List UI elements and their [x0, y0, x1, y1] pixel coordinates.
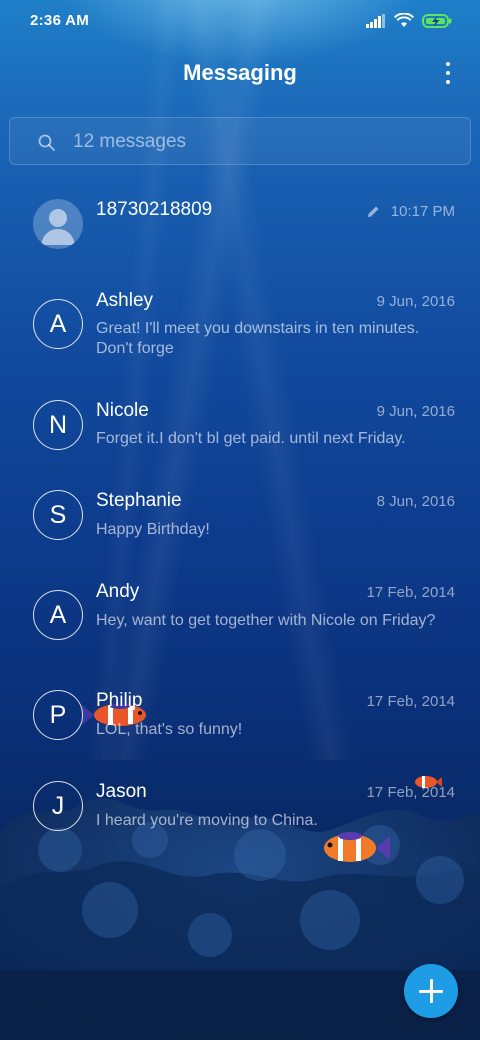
avatar — [33, 199, 83, 249]
more-vert-icon — [446, 62, 450, 66]
search-bar[interactable]: 12 messages — [9, 117, 471, 165]
message-date: 8 Jun, 2016 — [376, 493, 455, 510]
message-snippet: LOL, that's so funny! — [96, 721, 243, 738]
search-icon — [38, 134, 55, 151]
message-time: 10:17 PM — [390, 203, 455, 220]
avatar: A — [33, 590, 83, 640]
person-icon — [33, 199, 83, 249]
message-date: 9 Jun, 2016 — [376, 293, 455, 310]
avatar: S — [33, 490, 83, 540]
status-bar: 2:36 AM — [0, 0, 480, 44]
status-icons — [366, 13, 452, 28]
message-snippet: Hey, want to get together with Nicole on… — [96, 612, 436, 629]
message-snippet: Happy Birthday! — [96, 521, 210, 538]
battery-charging-icon — [422, 13, 452, 28]
plus-icon — [404, 964, 458, 1018]
message-snippet: Forget it.I don't bl get paid. until nex… — [96, 430, 406, 447]
contact-name: Andy — [96, 581, 140, 602]
more-vert-icon-dot — [446, 71, 450, 75]
contact-name: Philip — [96, 690, 143, 711]
conversation-item[interactable]: 18730218809 10:17 PM — [0, 182, 480, 272]
status-time: 2:36 AM — [30, 12, 90, 29]
contact-name: Jason — [96, 781, 147, 802]
search-placeholder: 12 messages — [73, 131, 187, 152]
conversation-item[interactable]: A Andy 17 Feb, 2014 Hey, want to get tog… — [0, 573, 480, 663]
avatar: A — [33, 299, 83, 349]
message-date: 17 Feb, 2014 — [366, 693, 455, 710]
wifi-icon — [394, 13, 414, 27]
conversation-item[interactable]: P Philip 17 Feb, 2014 LOL, that's so fun… — [0, 682, 480, 772]
contact-name: Stephanie — [96, 490, 182, 511]
conversation-item[interactable]: N Nicole 9 Jun, 2016 Forget it.I don't b… — [0, 392, 480, 482]
message-snippet: Great! I'll meet you downstairs in ten m… — [96, 320, 420, 357]
message-date: 17 Feb, 2014 — [366, 784, 455, 801]
contact-name: 18730218809 — [96, 199, 213, 220]
contact-name: Nicole — [96, 400, 149, 421]
message-snippet: I heard you're moving to China. — [96, 812, 318, 829]
conversation-item[interactable]: S Stephanie 8 Jun, 2016 Happy Birthday! — [0, 482, 480, 572]
pencil-icon — [368, 206, 379, 217]
more-options-button[interactable] — [442, 62, 454, 84]
message-date: 9 Jun, 2016 — [376, 403, 455, 420]
app-bar: Messaging — [0, 44, 480, 102]
more-vert-icon-dot — [446, 80, 450, 84]
conversation-item[interactable]: J Jason 17 Feb, 2014 I heard you're movi… — [0, 774, 480, 864]
page-title: Messaging — [183, 60, 297, 85]
avatar: J — [33, 781, 83, 831]
avatar: N — [33, 400, 83, 450]
new-message-button[interactable] — [404, 964, 458, 1018]
conversation-item[interactable]: A Ashley 9 Jun, 2016 Great! I'll meet yo… — [0, 282, 480, 372]
message-date: 17 Feb, 2014 — [366, 584, 455, 601]
contact-name: Ashley — [96, 290, 154, 311]
signal-icon — [366, 13, 385, 28]
avatar: P — [33, 690, 83, 740]
